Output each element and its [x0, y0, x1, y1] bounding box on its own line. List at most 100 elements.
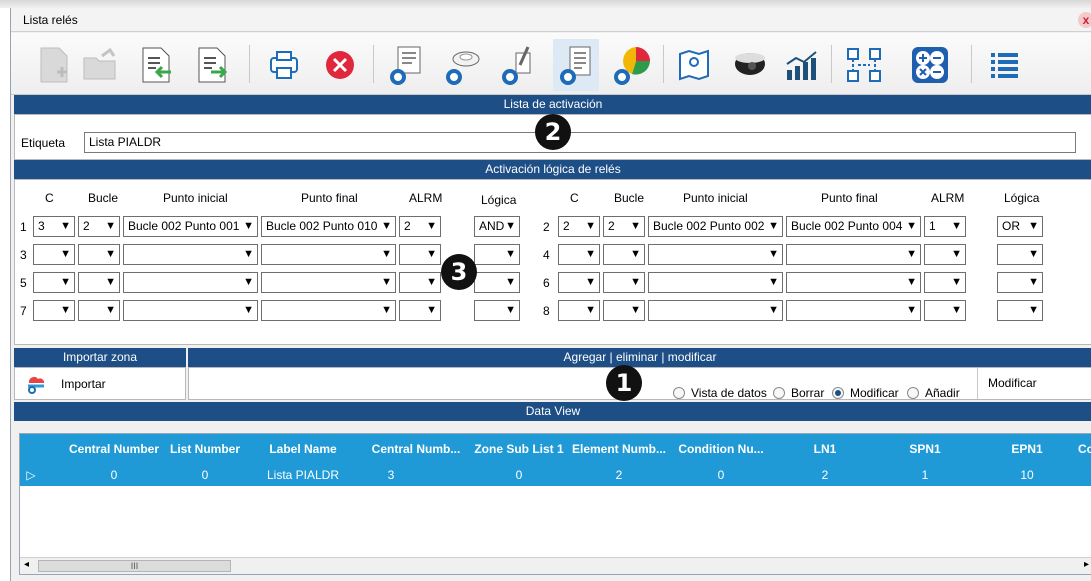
- c-select[interactable]: ▼: [33, 300, 75, 321]
- punto-final-select[interactable]: Bucle 002 Punto 010 ▼: [261, 216, 396, 237]
- config-list-icon[interactable]: [553, 39, 599, 91]
- network-icon[interactable]: [841, 39, 887, 91]
- camera-icon[interactable]: [727, 39, 773, 91]
- c-select[interactable]: 3 ▼: [33, 216, 75, 237]
- grid-cell: 2: [615, 468, 623, 482]
- grid-column-header[interactable]: EPN1: [978, 434, 1076, 464]
- scroll-thumb[interactable]: III: [38, 560, 231, 572]
- radio-borrar[interactable]: Borrar: [773, 386, 824, 400]
- horizontal-scrollbar[interactable]: ◂ III ▸: [20, 557, 1091, 574]
- alrm-select[interactable]: ▼: [924, 300, 966, 321]
- alrm-select[interactable]: 1 ▼: [924, 216, 966, 237]
- bucle-select[interactable]: ▼: [78, 300, 120, 321]
- logica-select[interactable]: ▼: [997, 244, 1043, 265]
- print-icon[interactable]: [261, 39, 307, 91]
- grid-column-header[interactable]: Label Name: [258, 434, 348, 464]
- row-number: 7: [20, 304, 27, 318]
- close-icon[interactable]: x: [1078, 12, 1091, 28]
- scroll-right-icon[interactable]: ▸: [1084, 559, 1089, 570]
- radio-anadir[interactable]: Añadir: [907, 386, 960, 400]
- logica-select[interactable]: ▼: [474, 300, 520, 321]
- logica-select[interactable]: AND ▼: [474, 216, 520, 237]
- alrm-select[interactable]: ▼: [399, 244, 441, 265]
- logic-activation-header: Activación lógica de relés: [14, 160, 1091, 179]
- radio-vista-de-datos[interactable]: Vista de datos: [673, 386, 767, 400]
- punto-inicial-select[interactable]: ▼: [648, 300, 783, 321]
- grid-column-header[interactable]: Condition Nu...: [672, 434, 770, 464]
- modificar-button[interactable]: Modificar: [977, 368, 1091, 399]
- open-folder-icon[interactable]: [77, 39, 123, 91]
- toolbar: [11, 33, 1091, 95]
- alrm-select[interactable]: ▼: [399, 272, 441, 293]
- calculator-icon[interactable]: [907, 39, 953, 91]
- punto-inicial-select[interactable]: ▼: [123, 272, 258, 293]
- map-icon[interactable]: [671, 39, 717, 91]
- alrm-select[interactable]: 2 ▼: [399, 216, 441, 237]
- punto-final-select[interactable]: ▼: [261, 300, 396, 321]
- c-select[interactable]: 2 ▼: [558, 216, 600, 237]
- punto-final-select[interactable]: ▼: [786, 300, 921, 321]
- config-sensor-icon[interactable]: [441, 39, 487, 91]
- punto-inicial-select[interactable]: ▼: [123, 300, 258, 321]
- punto-final-select[interactable]: ▼: [786, 244, 921, 265]
- etiqueta-input[interactable]: Lista PIALDR: [84, 132, 1076, 153]
- new-document-icon[interactable]: [31, 39, 77, 91]
- c-select[interactable]: ▼: [558, 300, 600, 321]
- config-chart-icon[interactable]: [609, 39, 655, 91]
- grid-column-header[interactable]: Zone Sub List 1: [470, 434, 568, 464]
- export-document-icon[interactable]: [189, 39, 235, 91]
- config-pointer-icon[interactable]: [497, 39, 543, 91]
- radio-label: Añadir: [925, 386, 960, 400]
- bucle-select[interactable]: ▼: [603, 244, 645, 265]
- c-select[interactable]: ▼: [558, 244, 600, 265]
- radio-dot: [907, 387, 919, 399]
- row-number: 6: [543, 276, 550, 290]
- punto-inicial-select[interactable]: Bucle 002 Punto 002 ▼: [648, 216, 783, 237]
- col-header-punto-final: Punto final: [301, 191, 358, 205]
- radio-modificar[interactable]: Modificar: [832, 386, 899, 400]
- bucle-select[interactable]: ▼: [603, 272, 645, 293]
- punto-final-select[interactable]: ▼: [786, 272, 921, 293]
- col-header-c: C: [570, 191, 579, 205]
- delete-icon[interactable]: [317, 39, 363, 91]
- logica-select[interactable]: OR ▼: [997, 216, 1043, 237]
- logica-select[interactable]: ▼: [997, 272, 1043, 293]
- bucle-select[interactable]: ▼: [603, 300, 645, 321]
- scroll-left-icon[interactable]: ◂: [24, 559, 29, 570]
- punto-inicial-select[interactable]: Bucle 002 Punto 001 ▼: [123, 216, 258, 237]
- bucle-select[interactable]: ▼: [78, 244, 120, 265]
- dropdown-arrow-icon: ▼: [951, 304, 962, 316]
- import-document-icon[interactable]: [133, 39, 179, 91]
- punto-inicial-select[interactable]: ▼: [123, 244, 258, 265]
- grid-column-header[interactable]: Central Number: [64, 434, 164, 464]
- bucle-select[interactable]: ▼: [78, 272, 120, 293]
- grid-column-header[interactable]: Central Numb...: [366, 434, 466, 464]
- list-menu-icon[interactable]: [981, 39, 1027, 91]
- logica-select[interactable]: ▼: [474, 244, 520, 265]
- table-row[interactable]: ▷ 0 0 Lista PIALDR 3 0 2 0 2 1 10: [20, 464, 1091, 486]
- logica-select[interactable]: ▼: [474, 272, 520, 293]
- grid-column-header[interactable]: Co: [1078, 434, 1091, 464]
- c-select[interactable]: ▼: [558, 272, 600, 293]
- punto-inicial-select[interactable]: ▼: [648, 244, 783, 265]
- c-select[interactable]: ▼: [33, 272, 75, 293]
- logica-select[interactable]: ▼: [997, 300, 1043, 321]
- import-button[interactable]: Importar: [25, 374, 106, 394]
- bucle-select[interactable]: 2 ▼: [603, 216, 645, 237]
- grid-column-header[interactable]: LN1: [776, 434, 874, 464]
- bucle-select[interactable]: 2 ▼: [78, 216, 120, 237]
- punto-final-select[interactable]: Bucle 002 Punto 004 ▼: [786, 216, 921, 237]
- c-select[interactable]: ▼: [33, 244, 75, 265]
- alrm-select-value: 2: [404, 219, 411, 233]
- alrm-select[interactable]: ▼: [924, 272, 966, 293]
- config-panel-icon[interactable]: [385, 39, 431, 91]
- punto-inicial-select[interactable]: ▼: [648, 272, 783, 293]
- grid-column-header[interactable]: List Number: [166, 434, 244, 464]
- statistics-icon[interactable]: [779, 39, 825, 91]
- punto-final-select[interactable]: ▼: [261, 272, 396, 293]
- punto-final-select[interactable]: ▼: [261, 244, 396, 265]
- grid-column-header[interactable]: Element Numb...: [570, 434, 668, 464]
- grid-column-header[interactable]: SPN1: [876, 434, 974, 464]
- alrm-select[interactable]: ▼: [399, 300, 441, 321]
- alrm-select[interactable]: ▼: [924, 244, 966, 265]
